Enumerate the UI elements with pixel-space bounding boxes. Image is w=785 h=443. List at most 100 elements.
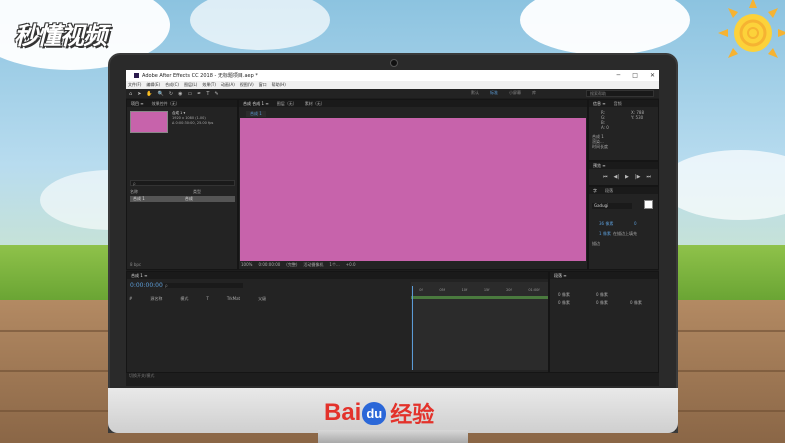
menu-animation[interactable]: 动画(A) [221,82,235,88]
tab-footage[interactable]: 素材（无） [305,101,325,107]
comp-breadcrumb[interactable]: 合成 1 [246,111,266,117]
playhead[interactable] [412,286,413,370]
timeline-search-input[interactable]: ρ [163,283,243,288]
workspace-small-screen[interactable]: 小屏幕 [509,90,521,96]
ruler-tick: 15f [483,288,490,292]
ruler-tick: 05f [439,288,445,292]
menu-composition[interactable]: 合成(C) [165,82,179,88]
timeline-timecode[interactable]: 0:00:00:00 [130,282,163,289]
tab-info[interactable]: 信息 ≡ [593,101,606,107]
menu-view[interactable]: 视图(V) [240,82,254,88]
column-t[interactable]: T [206,296,208,302]
indent-right[interactable]: 0 像素 [596,292,608,298]
project-item-name: 合成 1 [133,196,145,201]
column-index[interactable]: # [129,296,132,302]
composition-viewer[interactable] [240,118,586,261]
close-button[interactable]: ✕ [650,72,655,79]
timeline-panel: 合成 1 ≡ 0:00:00:00 ρ # 源名称 模式 T TrkMat 父级… [126,271,549,373]
preview-panel: 预览 ≡ ⏮ ◀| ▶ |▶ ⏭ [588,161,659,186]
toggle-switches-modes[interactable]: 切换开关/模式 [129,373,154,378]
menu-edit[interactable]: 编辑(E) [146,82,160,88]
text-tool-icon[interactable]: T [206,91,209,97]
comp-duration: Δ 0:00:30:00, 25.00 fps [172,121,214,125]
hand-tool-icon[interactable]: ✋ [146,91,152,97]
project-item-type: 合成 [184,196,193,201]
font-select[interactable]: Gadugi [592,203,632,209]
current-time[interactable]: 0:00:00:00 [258,262,280,268]
ae-screen: Adobe After Effects CC 2018 - 无标题项目.aep … [126,70,659,386]
tab-paragraph-panel[interactable]: 段落 ≡ [554,273,567,279]
baidu-jingyan-logo: Bai du 经验 [324,397,434,429]
space-after[interactable]: 0 像素 [630,300,642,306]
column-type[interactable]: 类型 [193,189,201,195]
home-icon[interactable]: ⌂ [129,91,132,97]
stroke-width[interactable]: 1 像素 [599,231,611,237]
maximize-button[interactable]: □ [632,72,638,79]
tab-preview[interactable]: 预览 ≡ [593,163,606,169]
space-before[interactable]: 0 像素 [596,300,608,306]
help-search-input[interactable]: 搜索帮助 [586,90,654,97]
last-frame-button[interactable]: ⏭ [646,174,651,180]
time-ruler[interactable]: 0f 05f 10f 15f 20f 01:00f [411,288,548,296]
indent-first[interactable]: 0 像素 [558,300,570,306]
next-frame-button[interactable]: |▶ [635,174,641,180]
camera-tool-icon[interactable]: ◉ [178,91,182,97]
tab-composition[interactable]: 合成 合成 1 ≡ [243,101,269,107]
menu-layer[interactable]: 图层(L) [184,82,197,88]
tab-project[interactable]: 项目 ≡ [131,101,144,107]
fill-swatch[interactable] [644,200,653,209]
menu-file[interactable]: 文件(F) [128,82,141,88]
zoom-level[interactable]: 100% [241,262,252,268]
first-frame-button[interactable]: ⏮ [603,174,608,180]
ae-app-icon [134,73,139,78]
info-panel: 信息 ≡ 音频 R: G: B: A: 0 X: 788 Y: 530 合成 1… [588,99,659,161]
play-button[interactable]: ▶ [625,174,629,180]
tab-effect-controls[interactable]: 效果控件（无） [152,101,180,107]
timeline-track-area[interactable]: 0f 05f 10f 15f 20f 01:00f [411,282,548,370]
tab-timeline-comp[interactable]: 合成 1 ≡ [131,273,147,279]
paragraph-panel: 段落 ≡ 0 像素 0 像素 0 像素 0 像素 0 像素 [549,271,659,373]
camera-select[interactable]: 活动摄像机 [303,262,323,268]
ruler-tick: 0f [419,288,423,292]
tab-layer[interactable]: 图层（无） [277,101,297,107]
baidu-bai-text: Bai [324,399,362,426]
views-select[interactable]: 1个... [329,262,339,268]
tracking-value[interactable]: 0 [634,221,637,226]
bpc-indicator[interactable]: 8 bpc [130,262,141,267]
menu-effect[interactable]: 效果(T) [202,82,216,88]
character-panel: 字 段落 Gadugi 36 像素 0 1 像素 在描边上填充 描边 [588,186,659,270]
watermark-logo: 秒懂视频 [14,22,107,50]
zoom-tool-icon[interactable]: 🔍 [158,91,164,97]
exposure-value[interactable]: +0.0 [346,262,356,268]
project-search-input[interactable]: ρ [130,180,235,186]
stroke-mode[interactable]: 在描边上填充 [613,231,637,237]
comp-thumbnail [130,111,168,133]
shape-tool-icon[interactable]: ▭ [187,91,192,97]
tab-audio[interactable]: 音频 [614,101,622,107]
window-title: Adobe After Effects CC 2018 - 无标题项目.aep … [142,73,258,79]
tab-character[interactable]: 字 [593,188,597,194]
minimize-button[interactable]: ─ [617,72,621,79]
resolution-select[interactable]: (完整) [286,262,297,268]
project-item-row[interactable]: 合成 1 合成 [130,196,235,202]
pen-tool-icon[interactable]: ✒ [197,91,201,97]
workspace-default[interactable]: 默认 [471,90,479,96]
workspace-standard[interactable]: 标准 [490,90,498,96]
menu-window[interactable]: 窗口 [259,82,267,88]
workspace-library[interactable]: 库 [532,90,536,96]
brush-tool-icon[interactable]: ✎ [214,91,218,97]
tab-paragraph[interactable]: 段落 [605,188,613,194]
column-source-name[interactable]: 源名称 [150,296,162,302]
indent-left[interactable]: 0 像素 [558,292,570,298]
font-size[interactable]: 36 像素 [599,221,613,227]
menu-help[interactable]: 帮助(H) [272,82,286,88]
selection-tool-icon[interactable]: ➤ [137,91,141,97]
previous-frame-button[interactable]: ◀| [614,174,620,180]
work-area-bar[interactable] [411,296,548,299]
column-name[interactable]: 名称 [130,189,138,195]
column-mode[interactable]: 模式 [180,296,188,302]
status-bar: 切换开关/模式 [126,373,659,386]
rotate-tool-icon[interactable]: ↻ [169,91,173,97]
column-parent[interactable]: 父级 [258,296,266,302]
column-trkmat[interactable]: TrkMat [227,296,240,302]
